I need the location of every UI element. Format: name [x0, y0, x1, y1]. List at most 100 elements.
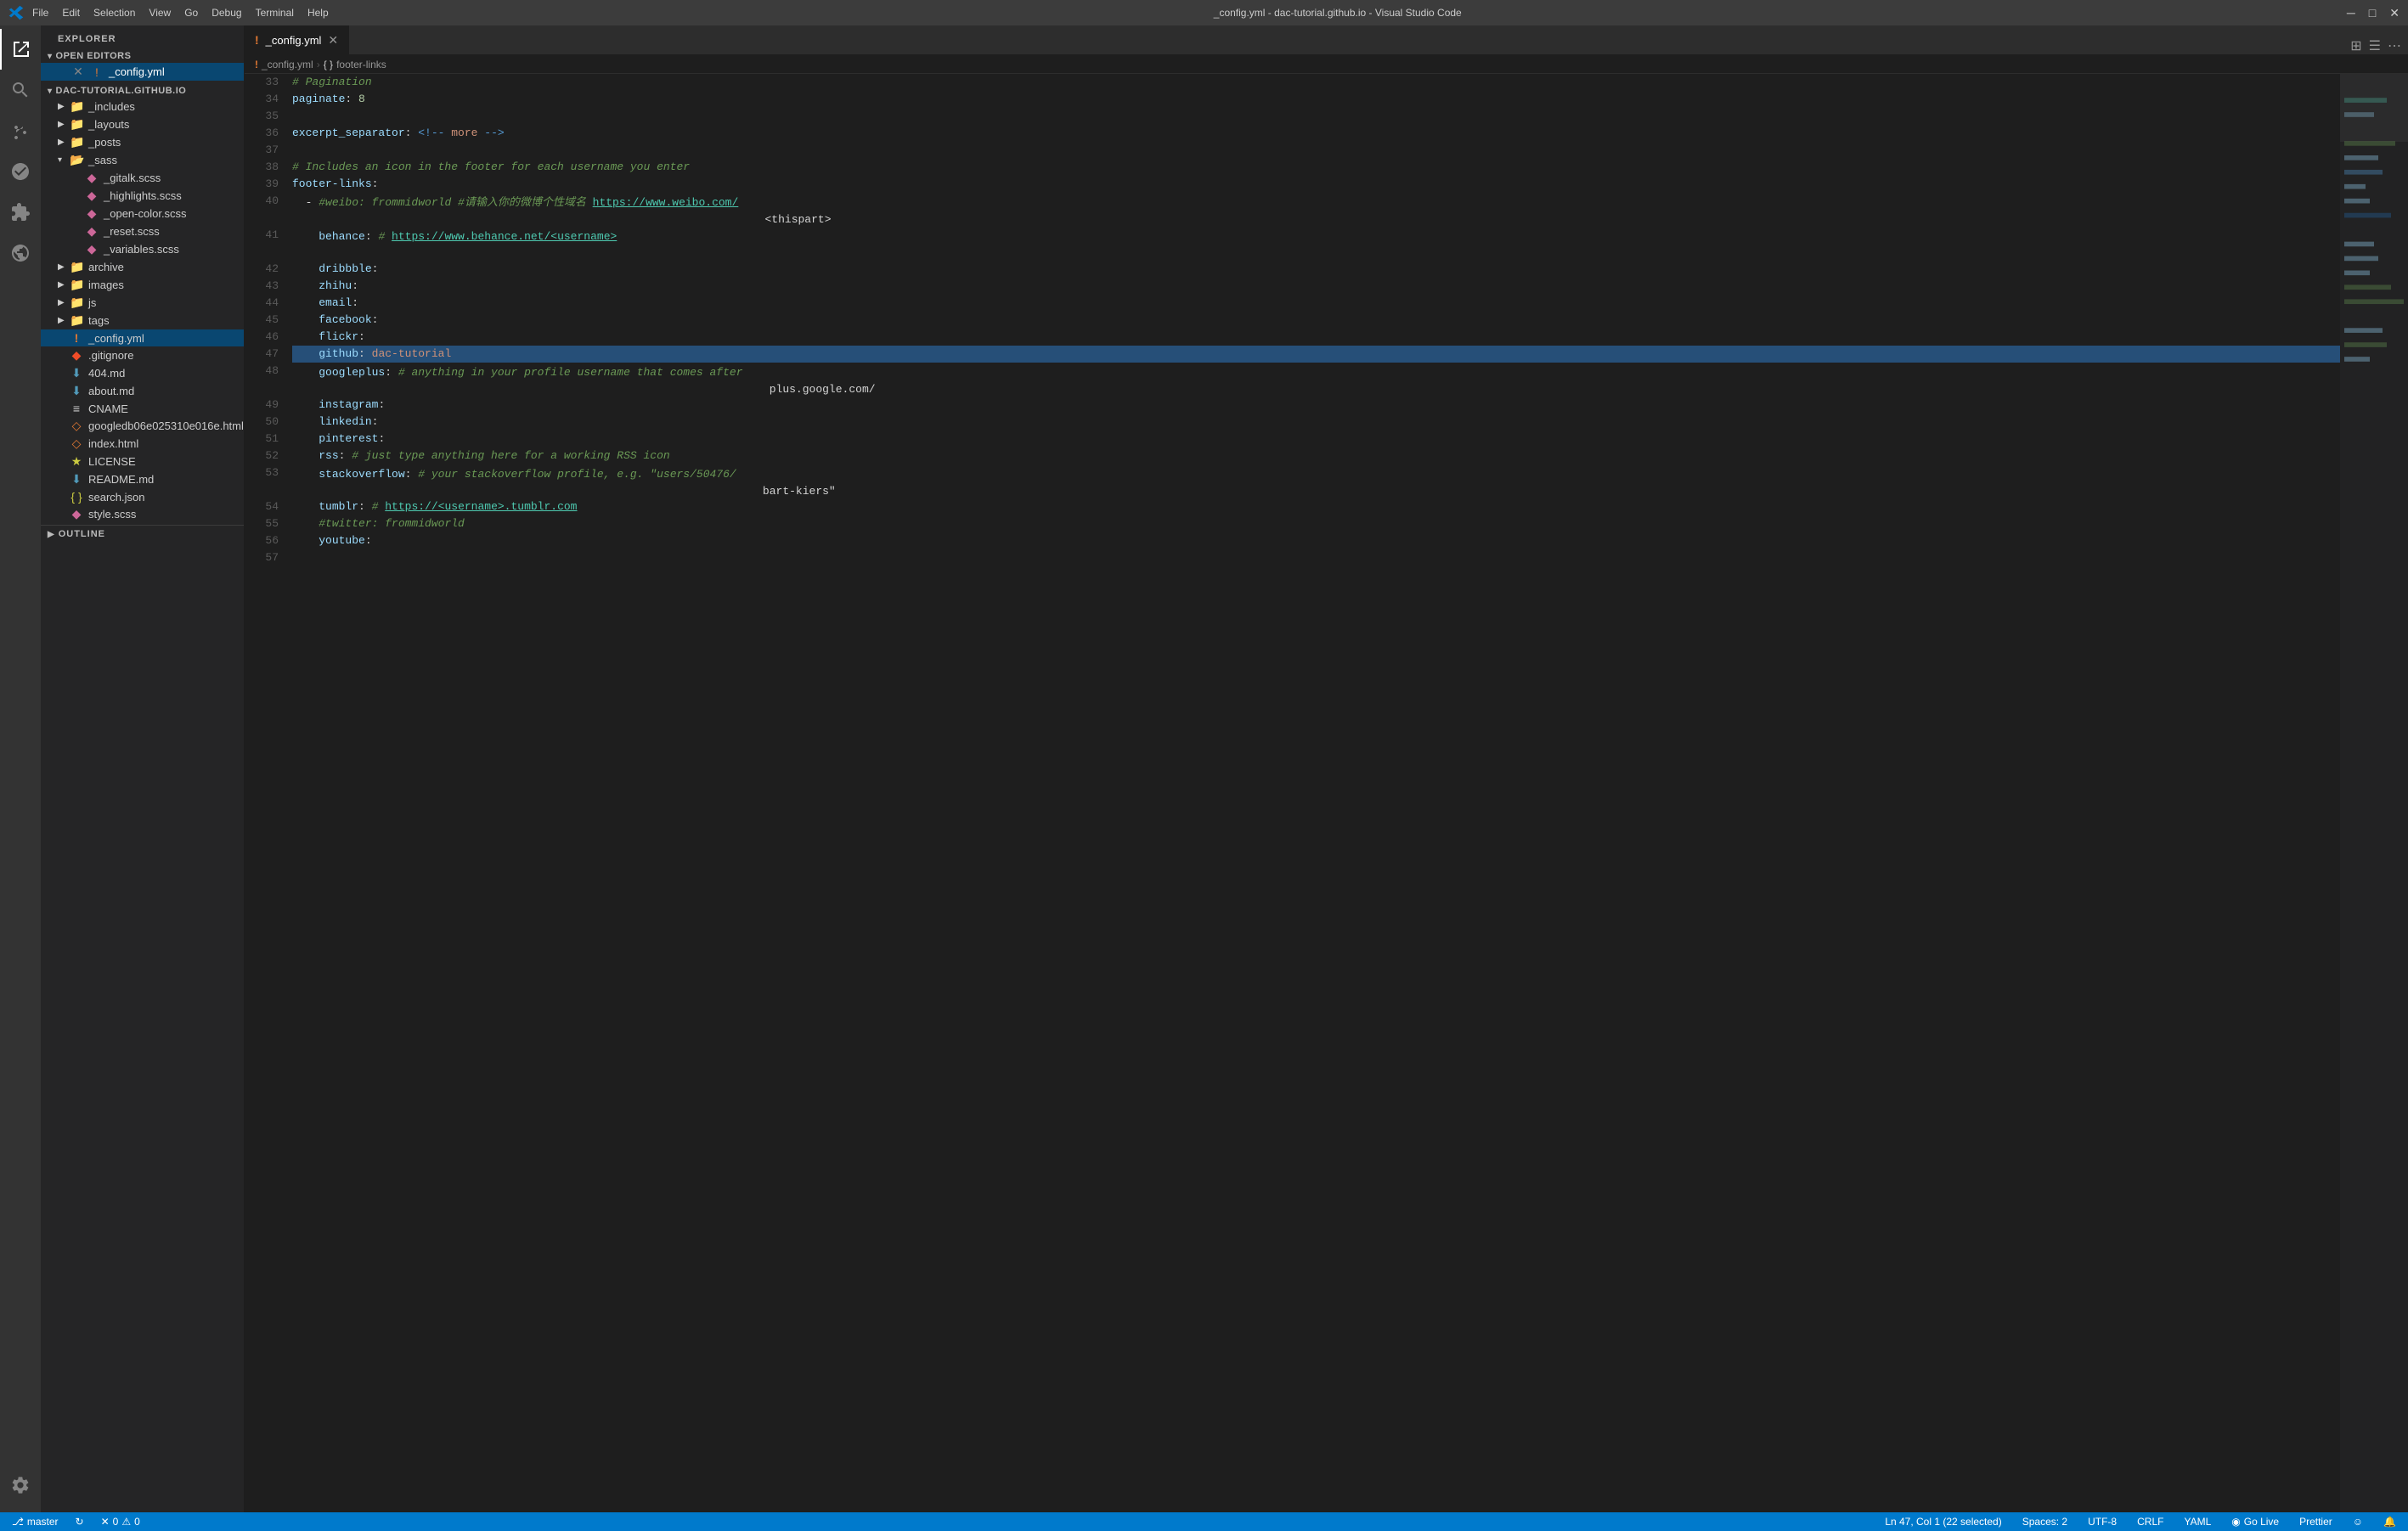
file-readme-label: README.md: [88, 473, 154, 486]
key-email: email: [319, 295, 352, 312]
debug-icon: [10, 161, 31, 182]
status-sync[interactable]: ↻: [70, 1512, 89, 1531]
colon-48: :: [385, 364, 398, 381]
tab-config-yml[interactable]: ! _config.yml ✕: [245, 25, 349, 54]
close-button[interactable]: ✕: [2389, 6, 2400, 20]
folder-posts[interactable]: ▶ 📁 _posts: [41, 133, 244, 151]
file-google[interactable]: ◇ googledb06e025310e016e.html: [41, 417, 244, 435]
status-smiley[interactable]: ☺: [2348, 1512, 2368, 1531]
code-line-52: rss: # just type anything here for a wor…: [292, 447, 2340, 464]
folder-tags-icon: 📁: [70, 313, 83, 328]
folder-tags-label: tags: [88, 314, 110, 327]
code-line-33: # Pagination: [292, 74, 2340, 91]
status-spaces[interactable]: Spaces: 2: [2017, 1512, 2072, 1531]
folder-includes-chevron: ▶: [58, 102, 68, 111]
file-404[interactable]: ⬇ 404.md: [41, 364, 244, 382]
error-icon: ✕: [101, 1516, 110, 1528]
menu-edit[interactable]: Edit: [62, 7, 80, 19]
indent-53: [292, 466, 319, 483]
indent-44: [292, 295, 319, 312]
activity-remote[interactable]: [0, 233, 41, 273]
file-style-scss[interactable]: ◆ style.scss: [41, 505, 244, 523]
close-icon[interactable]: ✕: [71, 65, 85, 79]
menu-debug[interactable]: Debug: [211, 7, 241, 19]
comment-so: # your stackoverflow profile, e.g. "user…: [418, 466, 736, 483]
sidebar-content[interactable]: ▾ Open Editors ✕ ! _config.yml ▾ DAC-TUT…: [41, 48, 244, 1512]
status-line-ending[interactable]: CRLF: [2132, 1512, 2168, 1531]
activity-debug[interactable]: [0, 151, 41, 192]
indent-51: [292, 431, 319, 447]
file-variables-scss[interactable]: ◆ _variables.scss: [41, 240, 244, 258]
minimap-slider[interactable]: [2340, 74, 2408, 142]
status-language[interactable]: YAML: [2179, 1512, 2216, 1531]
code-area[interactable]: # Pagination paginate: 8 excerpt_separat…: [285, 74, 2340, 1512]
warning-icon: ⚠: [121, 1516, 131, 1528]
file-search-json[interactable]: { } search.json: [41, 488, 244, 505]
titlebar-menu[interactable]: File Edit Selection View Go Debug Termin…: [32, 7, 329, 19]
activity-explorer[interactable]: [0, 29, 41, 70]
indent-50: [292, 414, 319, 431]
colon-49: :: [378, 397, 385, 414]
menu-help[interactable]: Help: [307, 7, 329, 19]
open-editor-config[interactable]: ✕ ! _config.yml: [41, 63, 244, 81]
folder-archive[interactable]: ▶ 📁 archive: [41, 258, 244, 276]
file-cname[interactable]: ≡ CNAME: [41, 400, 244, 417]
folder-includes[interactable]: ▶ 📁 _includes: [41, 98, 244, 115]
minimize-button[interactable]: ─: [2347, 6, 2355, 20]
status-bar: ⎇ master ↻ ✕ 0 ⚠ 0 Ln 47, Col 1 (22 sele…: [0, 1512, 2408, 1531]
folder-layouts[interactable]: ▶ 📁 _layouts: [41, 115, 244, 133]
project-header[interactable]: ▾ DAC-TUTORIAL.GITHUB.IO: [41, 84, 244, 98]
indent-47: [292, 346, 319, 363]
file-license[interactable]: ★ LICENSE: [41, 453, 244, 470]
menu-file[interactable]: File: [32, 7, 48, 19]
activity-source-control[interactable]: [0, 110, 41, 151]
git-file-icon: ◆: [70, 348, 83, 363]
status-prettier[interactable]: Prettier: [2294, 1512, 2338, 1531]
file-about[interactable]: ⬇ about.md: [41, 382, 244, 400]
menu-view[interactable]: View: [149, 7, 171, 19]
menu-go[interactable]: Go: [184, 7, 198, 19]
menu-terminal[interactable]: Terminal: [256, 7, 294, 19]
file-readme[interactable]: ⬇ README.md: [41, 470, 244, 488]
activity-extensions[interactable]: [0, 192, 41, 233]
folder-archive-label: archive: [88, 261, 124, 273]
activity-settings[interactable]: [0, 1465, 41, 1506]
project-label: DAC-TUTORIAL.GITHUB.IO: [56, 86, 187, 96]
breadcrumb-file[interactable]: _config.yml: [262, 59, 313, 70]
split-editor-button[interactable]: ⊞: [2350, 37, 2361, 54]
smiley-icon: ☺: [2353, 1516, 2363, 1528]
outline-section: ▶ OUTLINE: [41, 525, 244, 543]
menu-selection[interactable]: Selection: [93, 7, 135, 19]
maximize-button[interactable]: □: [2369, 6, 2376, 20]
tab-close-button[interactable]: ✕: [328, 33, 338, 48]
activity-search[interactable]: [0, 70, 41, 110]
folder-sass[interactable]: ▾ 📂 _sass: [41, 151, 244, 169]
status-branch[interactable]: ⎇ master: [7, 1512, 64, 1531]
file-gitignore[interactable]: ◆ .gitignore: [41, 346, 244, 364]
key-googleplus: googleplus: [319, 364, 385, 381]
code-line-45: facebook:: [292, 312, 2340, 329]
status-position[interactable]: Ln 47, Col 1 (22 selected): [1880, 1512, 2006, 1531]
file-reset-scss[interactable]: ◆ _reset.scss: [41, 222, 244, 240]
titlebar-controls[interactable]: ─ □ ✕: [2347, 6, 2400, 20]
status-encoding[interactable]: UTF-8: [2083, 1512, 2122, 1531]
status-left: ⎇ master ↻ ✕ 0 ⚠ 0: [7, 1512, 145, 1531]
status-errors[interactable]: ✕ 0 ⚠ 0: [96, 1512, 145, 1531]
outline-header[interactable]: ▶ OUTLINE: [41, 526, 244, 543]
file-highlights-scss[interactable]: ◆ _highlights.scss: [41, 187, 244, 205]
folder-images[interactable]: ▶ 📁 images: [41, 276, 244, 294]
status-bell[interactable]: 🔔: [2378, 1512, 2401, 1531]
file-index[interactable]: ◇ index.html: [41, 435, 244, 453]
status-golive[interactable]: ◉ Go Live: [2226, 1512, 2284, 1531]
file-gitalk-scss[interactable]: ◆ _gitalk.scss: [41, 169, 244, 187]
folder-js[interactable]: ▶ 📁 js: [41, 294, 244, 312]
file-opencolor-scss[interactable]: ◆ _open-color.scss: [41, 205, 244, 222]
file-config-yml[interactable]: ! _config.yml: [41, 329, 244, 346]
open-editors-header[interactable]: ▾ Open Editors: [41, 49, 244, 63]
more-actions-button[interactable]: ⋯: [2388, 37, 2401, 54]
breadcrumb-sep: ›: [317, 59, 320, 70]
colon-41: :: [365, 228, 379, 245]
breadcrumb-section[interactable]: footer-links: [336, 59, 386, 70]
toggle-sidebar-button[interactable]: ☰: [2369, 37, 2381, 54]
folder-tags[interactable]: ▶ 📁 tags: [41, 312, 244, 329]
